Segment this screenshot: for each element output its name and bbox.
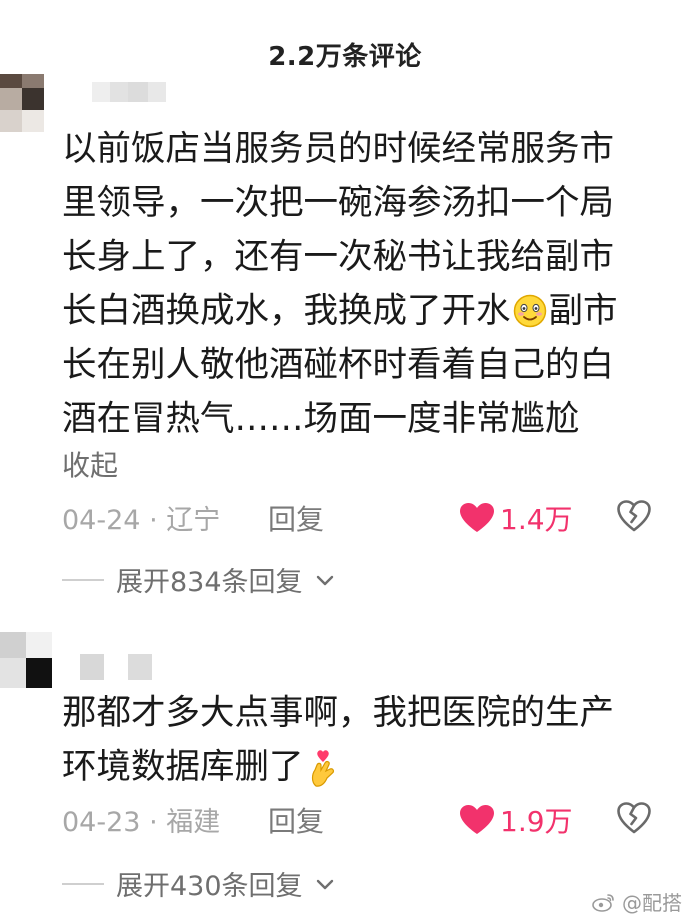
collapse-button[interactable]: 收起 bbox=[62, 444, 118, 484]
comment-date: 04-23 bbox=[62, 807, 141, 838]
comment-line-part: 长白酒换成水，我换成了开水 bbox=[62, 291, 511, 331]
heart-fingers-emoji-icon bbox=[311, 750, 334, 787]
comments-count-title: 2.2万条评论 bbox=[268, 42, 422, 72]
expand-replies-button[interactable]: 展开430条回复 bbox=[62, 864, 335, 903]
watermark-text: @配搭 bbox=[622, 891, 682, 915]
comment-line: 长白酒换成水，我换成了开水 副市 bbox=[62, 288, 618, 334]
comment-line-part: 副市 bbox=[548, 291, 618, 331]
like-count: 1.4万 bbox=[500, 503, 573, 536]
like-button[interactable]: 1.4万 bbox=[460, 498, 573, 538]
reply-button[interactable]: 回复 bbox=[268, 498, 324, 538]
expand-replies-label: 展开834条回复 bbox=[116, 567, 303, 598]
meta-separator: · bbox=[149, 807, 158, 838]
comment-date: 04-24 bbox=[62, 505, 141, 536]
comment-meta: 04-23 · 福建 bbox=[62, 800, 220, 839]
divider bbox=[62, 578, 104, 581]
heart-icon bbox=[460, 805, 494, 834]
divider bbox=[62, 882, 104, 885]
weibo-icon bbox=[592, 893, 614, 912]
comment-line-part: 环境数据库删了 bbox=[62, 747, 304, 787]
heart-icon bbox=[460, 503, 494, 532]
broken-heart-icon[interactable] bbox=[617, 500, 651, 532]
comment-line: 长在别人敬他酒碰杯时看着自己的白 bbox=[62, 345, 614, 385]
comment-meta: 04-24 · 辽宁 bbox=[62, 498, 220, 537]
username-blurred[interactable] bbox=[92, 82, 166, 102]
watermark: @配搭 bbox=[592, 887, 682, 916]
avatar[interactable] bbox=[0, 74, 60, 132]
comment-line: 酒在冒热气……场面一度非常尴尬 bbox=[62, 399, 580, 439]
like-button[interactable]: 1.9万 bbox=[460, 800, 573, 840]
username-blurred[interactable] bbox=[80, 654, 152, 680]
meta-separator: · bbox=[149, 505, 158, 536]
comment-line: 以前饭店当服务员的时候经常服务市 bbox=[62, 129, 614, 169]
like-count: 1.9万 bbox=[500, 805, 573, 838]
comment-line: 那都才多大点事啊，我把医院的生产 bbox=[62, 693, 614, 733]
comment-line: 里领导，一次把一碗海参汤扣一个局 bbox=[62, 183, 614, 223]
expand-replies-button[interactable]: 展开834条回复 bbox=[62, 560, 335, 599]
broken-heart-icon[interactable] bbox=[617, 802, 651, 834]
expand-replies-label: 展开430条回复 bbox=[116, 871, 303, 902]
comment-location: 福建 bbox=[166, 807, 221, 838]
avatar[interactable] bbox=[0, 632, 60, 690]
chevron-down-icon bbox=[316, 879, 333, 889]
comment-location: 辽宁 bbox=[166, 505, 221, 536]
chevron-down-icon bbox=[316, 575, 333, 585]
reply-button[interactable]: 回复 bbox=[268, 800, 324, 840]
comment-line: 环境数据库删了 bbox=[62, 744, 342, 790]
blush-smile-emoji-icon bbox=[513, 294, 546, 328]
comment-line: 长身上了，还有一次秘书让我给副市 bbox=[62, 237, 614, 277]
